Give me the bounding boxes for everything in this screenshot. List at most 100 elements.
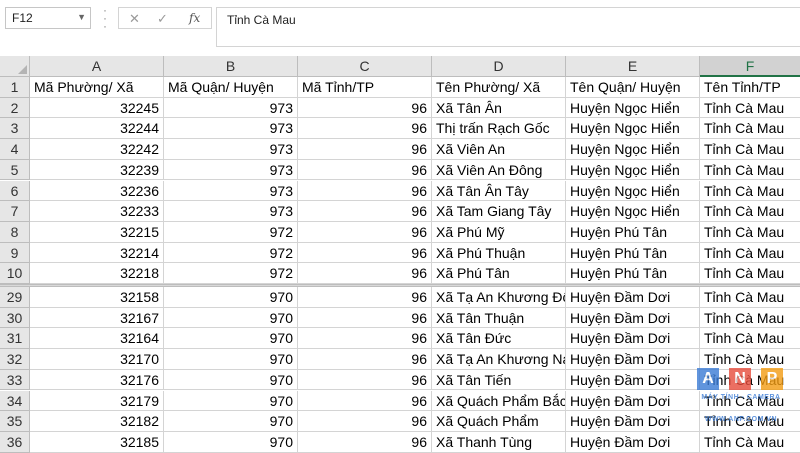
cell-ma-phuong-xa[interactable]: 32167 — [30, 307, 164, 329]
row-header[interactable]: 10 — [0, 263, 30, 284]
cell-ten-quan-huyen[interactable]: Huyện Đầm Dơi — [566, 369, 700, 391]
cell-ten-quan-huyen[interactable]: Huyện Ngọc Hiển — [566, 180, 700, 202]
cell-ma-tinh-tp[interactable]: 96 — [298, 118, 432, 140]
cell-ten-quan-huyen[interactable]: Huyện Đầm Dơi — [566, 411, 700, 432]
cell-ten-phuong-xa[interactable]: Xã Quách Phẩm Bắc — [432, 390, 566, 412]
cell-ma-quan-huyen[interactable]: 973 — [164, 118, 298, 140]
cell-ma-phuong-xa[interactable]: 32164 — [30, 328, 164, 350]
cell-ma-tinh-tp[interactable]: 96 — [298, 411, 432, 432]
cell-ma-tinh-tp[interactable]: 96 — [298, 349, 432, 370]
header-cell-ten-phuong-xa[interactable]: Tên Phường/ Xã — [432, 77, 566, 98]
row-header[interactable]: 7 — [0, 201, 30, 222]
cell-ten-phuong-xa[interactable]: Xã Tân Tiến — [432, 369, 566, 391]
cell-ten-phuong-xa[interactable]: Xã Quách Phẩm — [432, 411, 566, 432]
cell-ma-quan-huyen[interactable]: 972 — [164, 263, 298, 284]
cell-ten-tinh-tp[interactable]: Tỉnh Cà Mau — [700, 308, 800, 329]
cell-ma-tinh-tp[interactable]: 96 — [298, 159, 432, 181]
cell-ten-tinh-tp[interactable]: Tỉnh Cà Mau — [700, 118, 800, 140]
drag-handle-icon[interactable]: · · · — [100, 4, 110, 32]
cell-ma-quan-huyen[interactable]: 970 — [164, 328, 298, 350]
cell-ten-phuong-xa[interactable]: Thị trấn Rạch Gốc — [432, 118, 566, 140]
cell-ma-quan-huyen[interactable]: 973 — [164, 97, 298, 119]
cell-ten-quan-huyen[interactable]: Huyện Phú Tân — [566, 242, 700, 264]
cell-ma-phuong-xa[interactable]: 32236 — [30, 180, 164, 202]
cell-ma-tinh-tp[interactable]: 96 — [298, 390, 432, 412]
header-cell-ma-quan-huyen[interactable]: Mã Quận/ Huyện — [164, 77, 298, 98]
select-all-button[interactable] — [0, 56, 30, 77]
cell-ma-quan-huyen[interactable]: 970 — [164, 349, 298, 370]
column-header-c[interactable]: C — [298, 56, 432, 77]
row-header[interactable]: 4 — [0, 139, 30, 160]
row-header[interactable]: 1 — [0, 77, 30, 98]
cell-ma-tinh-tp[interactable]: 96 — [298, 201, 432, 222]
cell-ten-quan-huyen[interactable]: Huyện Đầm Dơi — [566, 431, 700, 453]
cell-ten-tinh-tp[interactable]: Tỉnh Cà Mau — [700, 328, 800, 350]
row-header[interactable]: 34 — [0, 390, 30, 412]
cell-ten-phuong-xa[interactable]: Xã Viên An Đông — [432, 159, 566, 181]
row-header[interactable]: 9 — [0, 242, 30, 264]
cell-ten-quan-huyen[interactable]: Huyện Đầm Dơi — [566, 307, 700, 329]
cell-ten-tinh-tp[interactable]: Tỉnh Cà Mau — [700, 287, 800, 308]
cell-ma-phuong-xa[interactable]: 32185 — [30, 431, 164, 453]
cell-ten-tinh-tp[interactable]: Tỉnh Cà Mau — [700, 263, 800, 284]
cell-ten-phuong-xa[interactable]: Xã Phú Mỹ — [432, 221, 566, 243]
cell-ma-phuong-xa[interactable]: 32239 — [30, 159, 164, 181]
cell-ten-tinh-tp[interactable]: Tỉnh Cà Mau — [700, 349, 800, 370]
cell-ten-tinh-tp[interactable]: Tỉnh Cà Mau — [700, 139, 800, 160]
header-cell-ten-tinh-tp[interactable]: Tên Tỉnh/TP — [700, 77, 800, 98]
cell-ma-phuong-xa[interactable]: 32218 — [30, 263, 164, 284]
cell-ten-phuong-xa[interactable]: Xã Tạ An Khương Nam — [432, 349, 566, 370]
column-header-a[interactable]: A — [30, 56, 164, 77]
row-header[interactable]: 3 — [0, 118, 30, 140]
cell-ten-phuong-xa[interactable]: Xã Tạ An Khương Đông — [432, 287, 566, 308]
cell-ten-quan-huyen[interactable]: Huyện Đầm Dơi — [566, 328, 700, 350]
cell-ma-tinh-tp[interactable]: 96 — [298, 369, 432, 391]
cell-ma-tinh-tp[interactable]: 96 — [298, 180, 432, 202]
cell-ten-quan-huyen[interactable]: Huyện Đầm Dơi — [566, 287, 700, 308]
cell-ma-phuong-xa[interactable]: 32242 — [30, 139, 164, 160]
header-cell-ten-quan-huyen[interactable]: Tên Quận/ Huyện — [566, 77, 700, 98]
cell-ten-quan-huyen[interactable]: Huyện Ngọc Hiển — [566, 97, 700, 119]
cell-ma-phuong-xa[interactable]: 32182 — [30, 411, 164, 432]
cell-ma-tinh-tp[interactable]: 96 — [298, 307, 432, 329]
cell-ma-tinh-tp[interactable]: 96 — [298, 139, 432, 160]
cell-ma-phuong-xa[interactable]: 32244 — [30, 118, 164, 140]
cell-ma-tinh-tp[interactable]: 96 — [298, 328, 432, 350]
cell-ten-quan-huyen[interactable]: Huyện Ngọc Hiển — [566, 201, 700, 222]
cell-ten-phuong-xa[interactable]: Xã Phú Thuận — [432, 242, 566, 264]
row-header[interactable]: 35 — [0, 411, 30, 432]
cell-ma-quan-huyen[interactable]: 972 — [164, 221, 298, 243]
cell-ten-phuong-xa[interactable]: Xã Tân Thuận — [432, 307, 566, 329]
cell-ten-tinh-tp[interactable]: Tỉnh Cà Mau — [700, 98, 800, 119]
cell-ma-tinh-tp[interactable]: 96 — [298, 287, 432, 308]
cell-ma-phuong-xa[interactable]: 32215 — [30, 221, 164, 243]
cell-ten-phuong-xa[interactable]: Xã Tân Đức — [432, 328, 566, 350]
cell-ten-phuong-xa[interactable]: Xã Tân Ân Tây — [432, 180, 566, 202]
chevron-down-icon[interactable]: ▼ — [77, 12, 86, 22]
cell-ten-tinh-tp[interactable]: Tỉnh Cà Mau — [700, 243, 800, 264]
row-header[interactable]: 6 — [0, 180, 30, 202]
cell-ma-tinh-tp[interactable]: 96 — [298, 431, 432, 453]
cell-ma-quan-huyen[interactable]: 973 — [164, 159, 298, 181]
cell-ten-quan-huyen[interactable]: Huyện Phú Tân — [566, 263, 700, 284]
row-header[interactable]: 31 — [0, 328, 30, 350]
name-box[interactable]: F12 ▼ — [5, 7, 91, 29]
header-cell-ma-phuong-xa[interactable]: Mã Phường/ Xã — [30, 77, 164, 98]
cell-ten-quan-huyen[interactable]: Huyện Đầm Dơi — [566, 349, 700, 370]
cell-ma-quan-huyen[interactable]: 970 — [164, 287, 298, 308]
cell-ten-phuong-xa[interactable]: Xã Tân Ân — [432, 97, 566, 119]
cell-ma-quan-huyen[interactable]: 973 — [164, 180, 298, 202]
row-header[interactable]: 30 — [0, 307, 30, 329]
cell-ma-quan-huyen[interactable]: 970 — [164, 411, 298, 432]
insert-function-icon[interactable]: fx — [189, 11, 200, 25]
cell-ma-quan-huyen[interactable]: 972 — [164, 242, 298, 264]
cell-ten-tinh-tp[interactable]: Tỉnh Cà Mau — [700, 160, 800, 181]
column-header-f[interactable]: F — [700, 56, 800, 77]
cell-ma-phuong-xa[interactable]: 32245 — [30, 97, 164, 119]
cancel-icon[interactable]: ✕ — [129, 11, 140, 27]
cell-ten-phuong-xa[interactable]: Xã Phú Tân — [432, 263, 566, 284]
cell-ma-quan-huyen[interactable]: 973 — [164, 139, 298, 160]
row-header[interactable]: 36 — [0, 431, 30, 453]
cell-ten-quan-huyen[interactable]: Huyện Ngọc Hiển — [566, 159, 700, 181]
cell-ma-tinh-tp[interactable]: 96 — [298, 263, 432, 284]
